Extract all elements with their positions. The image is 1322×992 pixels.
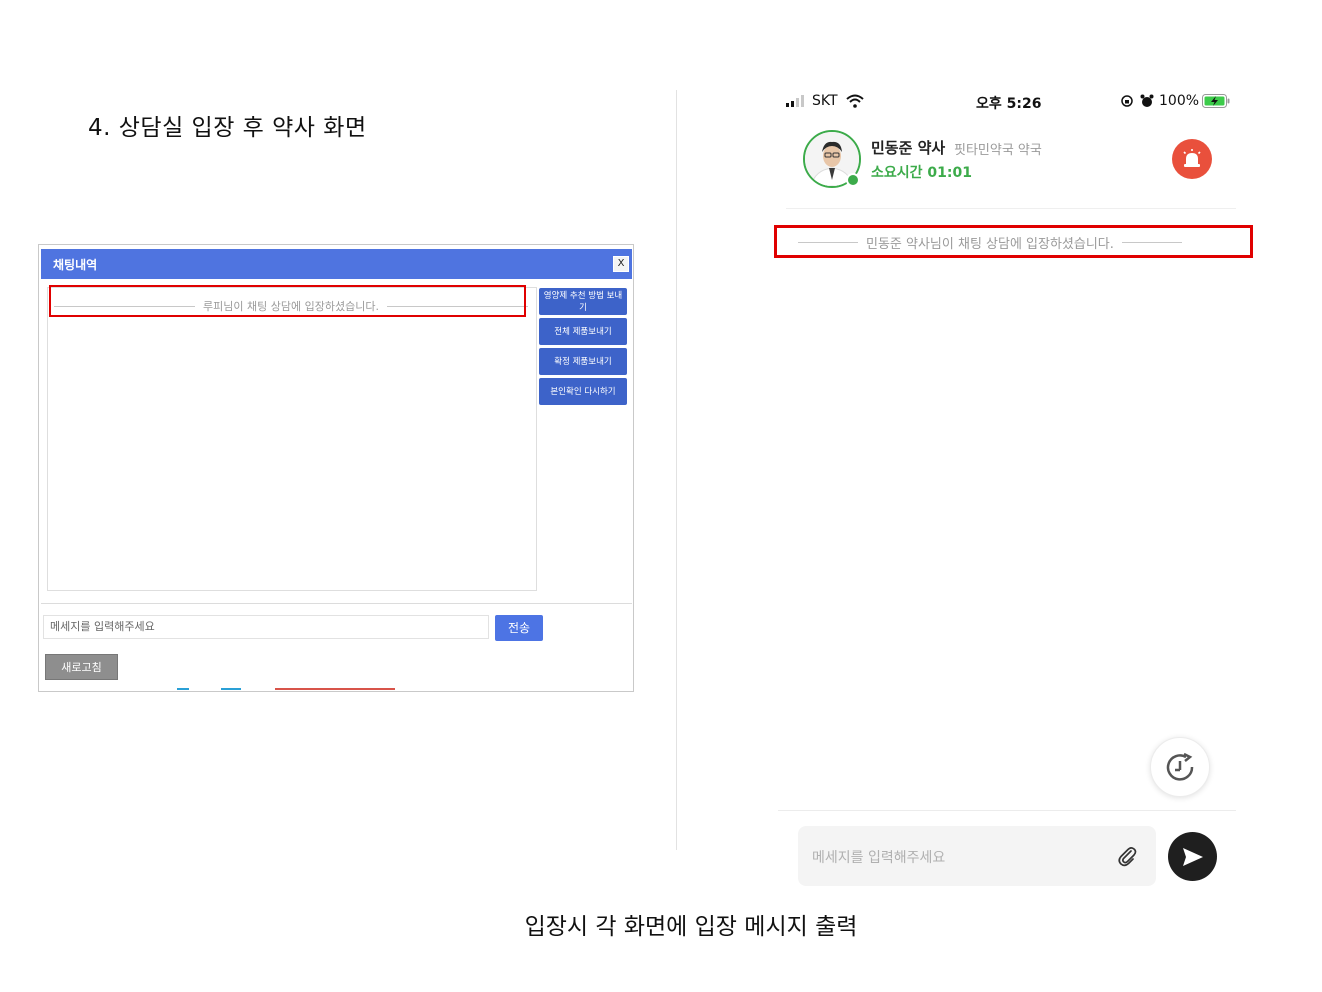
pc-refresh-button[interactable]: 새로고침 [45,654,118,680]
send-icon [1182,847,1203,866]
scroll-history-icon [1166,752,1194,781]
battery-icon [1202,94,1230,108]
pc-close-button[interactable]: X [613,256,629,272]
reverify-identity-button[interactable]: 본인확인 다시하기 [539,378,627,405]
mobile-input-divider [778,810,1236,811]
rotation-lock-icon [1121,95,1133,107]
emergency-alert-button[interactable] [1172,139,1212,179]
pharmacy-name: 핏타민약국 약국 [954,143,1042,158]
mobile-highlight-box [774,225,1253,258]
pc-divider [41,603,632,604]
pc-chat-window: 채팅내역 X 루피님이 채팅 상담에 입장하셨습니다. 영양제 추천 방법 보내… [38,244,634,692]
paperclip-icon[interactable] [1116,845,1138,867]
siren-icon [1183,149,1201,167]
mobile-header-divider [786,208,1236,209]
elapsed-time: 소요시간 01:01 [871,165,972,181]
pc-highlight-box [49,285,526,317]
caption: 입장시 각 화면에 입장 메시지 출력 [524,914,858,940]
send-supplement-guide-button[interactable]: 영양제 추천 방법 보내기 [539,288,627,315]
pharmacist-name: 민동준 약사 [871,139,946,157]
carrier-label: SKT [812,93,838,109]
scroll-history-button[interactable] [1150,737,1210,797]
pc-chat-title: 채팅내역 [53,258,98,272]
signal-icon [786,95,804,107]
mobile-message-input[interactable]: 메세지를 입력해주세요 [798,826,1156,886]
wifi-icon [846,94,864,108]
pc-chat-header: 채팅내역 X [41,249,632,279]
section-title: 4. 상담실 입장 후 약사 화면 [88,115,367,141]
mobile-input-placeholder: 메세지를 입력해주세요 [812,850,946,866]
mobile-send-button[interactable] [1168,832,1217,881]
pc-chat-log: 루피님이 채팅 상담에 입장하셨습니다. [47,287,537,591]
cropped-content-strip [177,688,395,690]
alarm-clock-icon [1140,94,1154,107]
online-status-dot [846,173,860,187]
send-all-products-button[interactable]: 전체 제품보내기 [539,318,627,345]
pc-message-input[interactable]: 메세지를 입력해주세요 [43,615,489,639]
battery-percent: 100% [1159,93,1200,109]
pc-send-button[interactable]: 전송 [495,615,543,641]
send-confirmed-products-button[interactable]: 확정 제품보내기 [539,348,627,375]
status-time: 오후 5:26 [976,96,1042,112]
vertical-divider [676,90,677,850]
